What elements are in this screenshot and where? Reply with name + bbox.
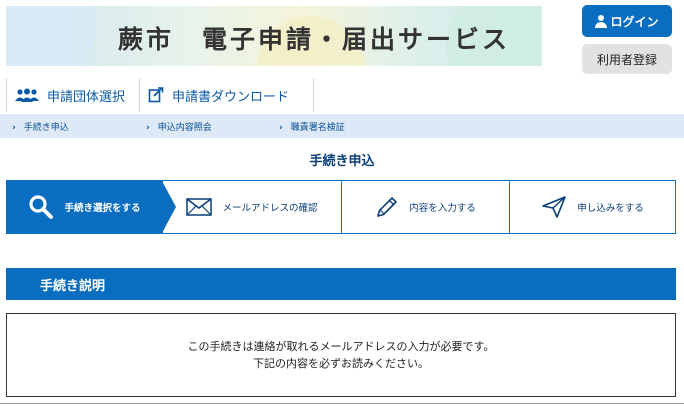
login-label: ログイン xyxy=(610,14,659,29)
register-label: 利用者登録 xyxy=(596,52,657,67)
step-label: 内容を入力する xyxy=(409,203,476,214)
nav-tab-label: 申請団体選択 xyxy=(47,89,126,105)
section-header: 手続き説明 xyxy=(6,268,676,300)
step-enter-content: 内容を入力する xyxy=(342,181,510,233)
step-indicator: 手続き選択をする メールアドレスの確認 内容を入力する 申し込みをする xyxy=(6,180,676,234)
step-select-procedure: 手続き選択をする xyxy=(7,181,176,233)
banner-decoration xyxy=(6,6,96,66)
step-label: 申し込みをする xyxy=(577,203,644,214)
description-line: この手続きは連絡が取れるメールアドレスの入力が必要です。 xyxy=(187,340,495,353)
page-title: 手続き申込 xyxy=(309,154,375,169)
send-icon xyxy=(541,195,567,219)
nav-tab-form-download[interactable]: 申請書ダウンロード xyxy=(140,78,314,112)
group-icon xyxy=(15,88,39,102)
pencil-icon xyxy=(375,195,399,219)
subnav-item-inquiry[interactable]: 申込内容照会 xyxy=(146,120,212,133)
subnav-item-apply[interactable]: 手続き申込 xyxy=(12,120,69,133)
site-title[interactable]: 蕨市 電子申請・届出サービス xyxy=(118,20,510,56)
register-button[interactable]: 利用者登録 xyxy=(582,44,672,74)
step-label: 手続き選択をする xyxy=(64,203,141,214)
search-icon xyxy=(28,194,54,220)
divider xyxy=(0,403,684,404)
download-form-icon xyxy=(148,87,164,103)
nav-tab-label: 申請書ダウンロード xyxy=(172,89,290,105)
login-button[interactable]: ログイン xyxy=(582,5,672,37)
description-line: 下記の内容を必ずお読みください。 xyxy=(253,357,429,370)
subnav-item-verify[interactable]: 職責署名検証 xyxy=(279,120,345,133)
step-label: メールアドレスの確認 xyxy=(222,203,318,214)
person-icon xyxy=(595,14,608,28)
header-banner: 蕨市 電子申請・届出サービス xyxy=(6,6,542,66)
mail-icon xyxy=(186,198,213,216)
procedure-description: この手続きは連絡が取れるメールアドレスの入力が必要です。 下記の内容を必ずお読み… xyxy=(6,313,676,397)
step-submit: 申し込みをする xyxy=(510,181,675,233)
sub-nav: 手続き申込 申込内容照会 職責署名検証 xyxy=(0,114,684,138)
nav-tab-group-select[interactable]: 申請団体選択 xyxy=(6,78,140,112)
step-confirm-email: メールアドレスの確認 xyxy=(163,181,342,233)
main-nav: 申請団体選択 申請書ダウンロード xyxy=(6,78,314,112)
